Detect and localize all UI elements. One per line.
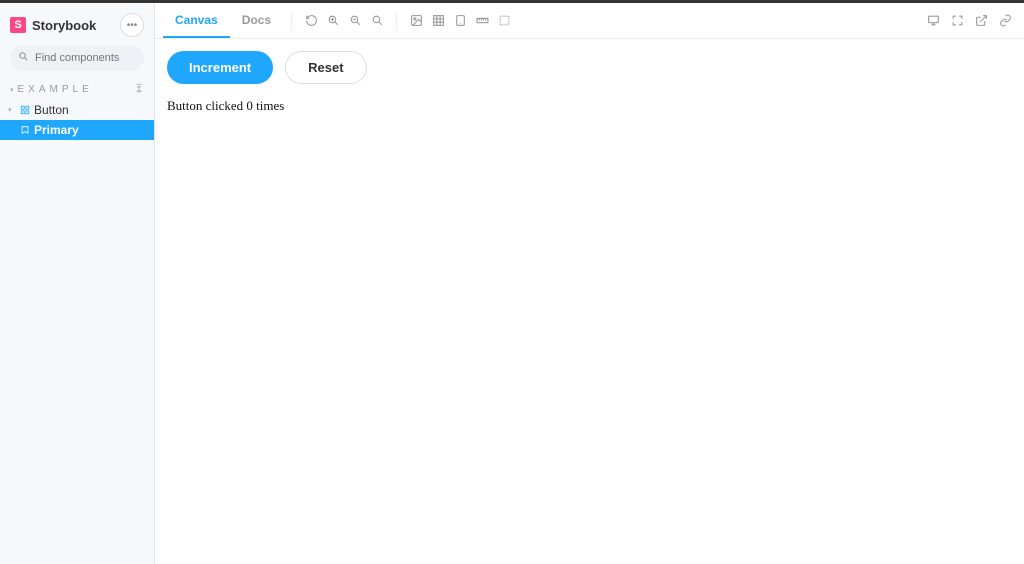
refresh-icon <box>305 14 318 27</box>
fullscreen-button[interactable] <box>946 10 968 32</box>
background-button[interactable] <box>405 10 427 32</box>
increment-button[interactable]: Increment <box>167 51 273 84</box>
outline-icon <box>498 14 511 27</box>
ellipsis-icon: ••• <box>127 20 138 31</box>
tablet-icon <box>454 14 467 27</box>
zoom-out-button[interactable] <box>344 10 366 32</box>
sidebar-section[interactable]: ▾ EXAMPLE <box>0 79 154 100</box>
fullscreen-icon <box>951 14 964 27</box>
toolbar-left: Canvas Docs <box>163 3 515 38</box>
search-wrapper: / <box>0 45 154 79</box>
image-icon <box>410 14 423 27</box>
measure-button[interactable] <box>471 10 493 32</box>
ruler-icon <box>476 14 489 27</box>
remount-button[interactable] <box>300 10 322 32</box>
story-icon <box>20 125 30 135</box>
preview-button-row: Increment Reset <box>167 51 1012 84</box>
eject-button[interactable] <box>922 10 944 32</box>
search-box[interactable]: / <box>10 45 144 71</box>
zoom-reset-icon <box>371 14 384 27</box>
tabs: Canvas Docs <box>163 3 283 38</box>
component-icon <box>20 105 30 115</box>
section-label-text: EXAMPLE <box>18 84 93 95</box>
outline-button[interactable] <box>493 10 515 32</box>
grid-button[interactable] <box>427 10 449 32</box>
zoom-reset-button[interactable] <box>366 10 388 32</box>
search-icon <box>18 49 29 67</box>
brand-title: Storybook <box>32 18 96 33</box>
sidebar-menu-button[interactable]: ••• <box>120 13 144 37</box>
tree-component-button[interactable]: ▾ Button <box>0 100 154 120</box>
toolbar: Canvas Docs <box>155 3 1024 39</box>
main-panel: Canvas Docs <box>155 3 1024 564</box>
grid-icon <box>432 14 445 27</box>
tree-story-primary[interactable]: Primary <box>0 120 154 140</box>
link-icon <box>999 14 1012 27</box>
story-tree: ▾ Button Primary <box>0 100 154 140</box>
sidebar: S Storybook ••• / ▾ EXAMPLE <box>0 3 155 564</box>
external-link-icon <box>975 14 988 27</box>
copy-link-button[interactable] <box>994 10 1016 32</box>
tab-canvas[interactable]: Canvas <box>163 3 230 38</box>
preview-canvas: Increment Reset Button clicked 0 times <box>155 39 1024 564</box>
click-count-text: Button clicked 0 times <box>167 98 1012 114</box>
chevron-down-icon: ▾ <box>10 86 14 94</box>
divider <box>396 12 397 30</box>
tab-docs[interactable]: Docs <box>230 3 283 38</box>
zoom-in-icon <box>327 14 340 27</box>
tree-component-label: Button <box>34 103 69 117</box>
zoom-in-button[interactable] <box>322 10 344 32</box>
collapse-icon[interactable] <box>134 83 144 96</box>
divider <box>291 12 292 30</box>
toolbar-right <box>922 10 1016 32</box>
viewport-button[interactable] <box>449 10 471 32</box>
reset-button[interactable]: Reset <box>285 51 366 84</box>
chevron-down-icon: ▾ <box>8 106 16 114</box>
tree-story-label: Primary <box>34 123 79 137</box>
monitor-icon <box>927 14 940 27</box>
zoom-out-icon <box>349 14 362 27</box>
storybook-logo-icon: S <box>10 17 26 33</box>
open-new-tab-button[interactable] <box>970 10 992 32</box>
brand[interactable]: S Storybook <box>10 17 96 33</box>
sidebar-header: S Storybook ••• <box>0 3 154 45</box>
